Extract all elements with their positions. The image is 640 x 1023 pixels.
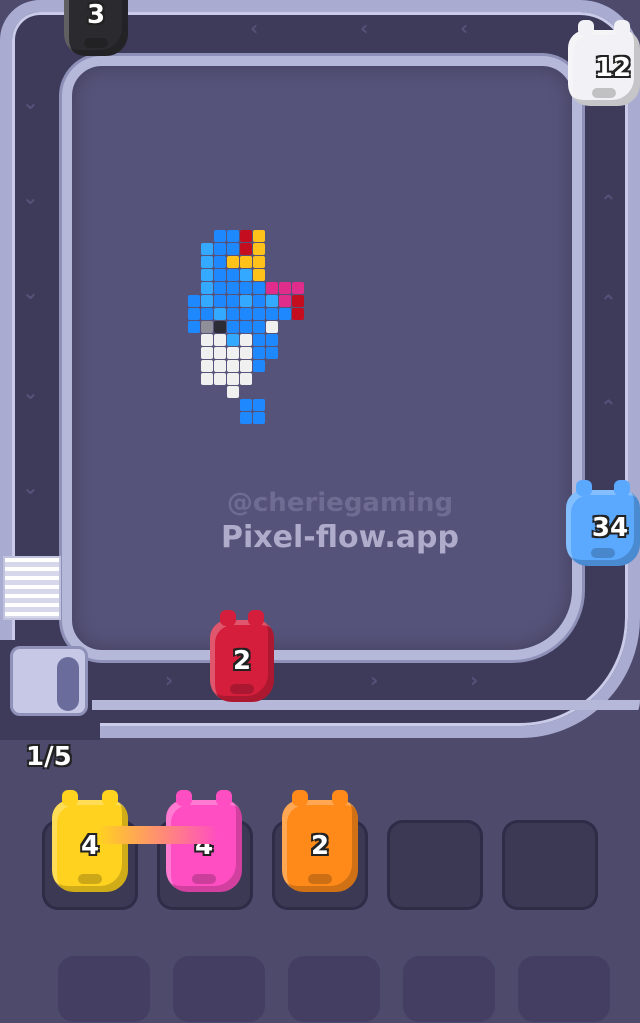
chevron-down-icon: ⌄ <box>22 185 39 209</box>
orange-shooter[interactable]: 2 <box>282 790 358 892</box>
chevron-right-icon: › <box>165 668 174 692</box>
shooter-snout <box>230 684 254 694</box>
watermark-handle: @cheriegaming <box>226 488 454 518</box>
shooter-snout <box>84 38 108 48</box>
white-shooter: 12 <box>568 20 640 106</box>
pink-shooter[interactable]: 4 <box>166 790 242 892</box>
track-rail-bottom <box>92 700 640 730</box>
shooter-snout <box>308 874 332 884</box>
shooter-snout <box>78 874 102 884</box>
slot-counter: 1/5 <box>26 742 72 772</box>
chevron-down-icon: ⌄ <box>22 475 39 499</box>
waiting-slot-5[interactable] <box>502 820 598 910</box>
chevron-up-icon: ⌃ <box>600 190 617 214</box>
queue-slot-1 <box>58 956 150 1022</box>
chevron-up-icon: ⌃ <box>600 290 617 314</box>
chevron-down-icon: ⌄ <box>22 90 39 114</box>
chevron-down-icon: ⌄ <box>22 380 39 404</box>
dispenser-slot <box>57 657 79 711</box>
chevron-right-icon: › <box>470 668 479 692</box>
yellow-shooter[interactable]: 4 <box>52 790 128 892</box>
shooter-count: 2 <box>310 831 330 861</box>
link-connector <box>98 826 218 844</box>
shooter-dispenser <box>10 646 88 716</box>
chevron-left-icon: ‹ <box>460 16 469 40</box>
shooter-count: 34 <box>591 513 629 543</box>
shooter-snout <box>591 548 615 558</box>
shooter-count: 3 <box>86 0 106 30</box>
shooter-count: 2 <box>232 646 252 676</box>
shooter-count: 4 <box>80 831 100 861</box>
chevron-left-icon: ‹ <box>250 16 259 40</box>
shooter-snout <box>592 88 616 98</box>
shooter-count: 12 <box>594 53 632 83</box>
waiting-slot-4[interactable] <box>387 820 483 910</box>
ramp-stairs <box>3 556 61 620</box>
game-board: ⌄ ⌄ ⌄ ⌄ ⌄ ⌃ ⌃ ⌃ › › › ‹ ‹ ‹ @cheriegamin… <box>0 0 640 1023</box>
black-shooter: 3 <box>64 0 128 56</box>
shooter-snout <box>192 874 216 884</box>
chevron-left-icon: ‹ <box>360 16 369 40</box>
watermark-site: Pixel-flow.app <box>221 520 459 555</box>
chevron-down-icon: ⌄ <box>22 280 39 304</box>
queue-slot-5 <box>518 956 610 1022</box>
queue-slot-4 <box>403 956 495 1022</box>
queue-slot-2 <box>173 956 265 1022</box>
red-shooter[interactable]: 2 <box>210 610 274 702</box>
watermark: @cheriegaming Pixel-flow.app <box>200 488 480 555</box>
chevron-up-icon: ⌃ <box>600 395 617 419</box>
chevron-right-icon: › <box>370 668 379 692</box>
queue-slot-3 <box>288 956 380 1022</box>
blue-shooter: 34 <box>566 480 640 566</box>
board-area <box>62 56 582 660</box>
